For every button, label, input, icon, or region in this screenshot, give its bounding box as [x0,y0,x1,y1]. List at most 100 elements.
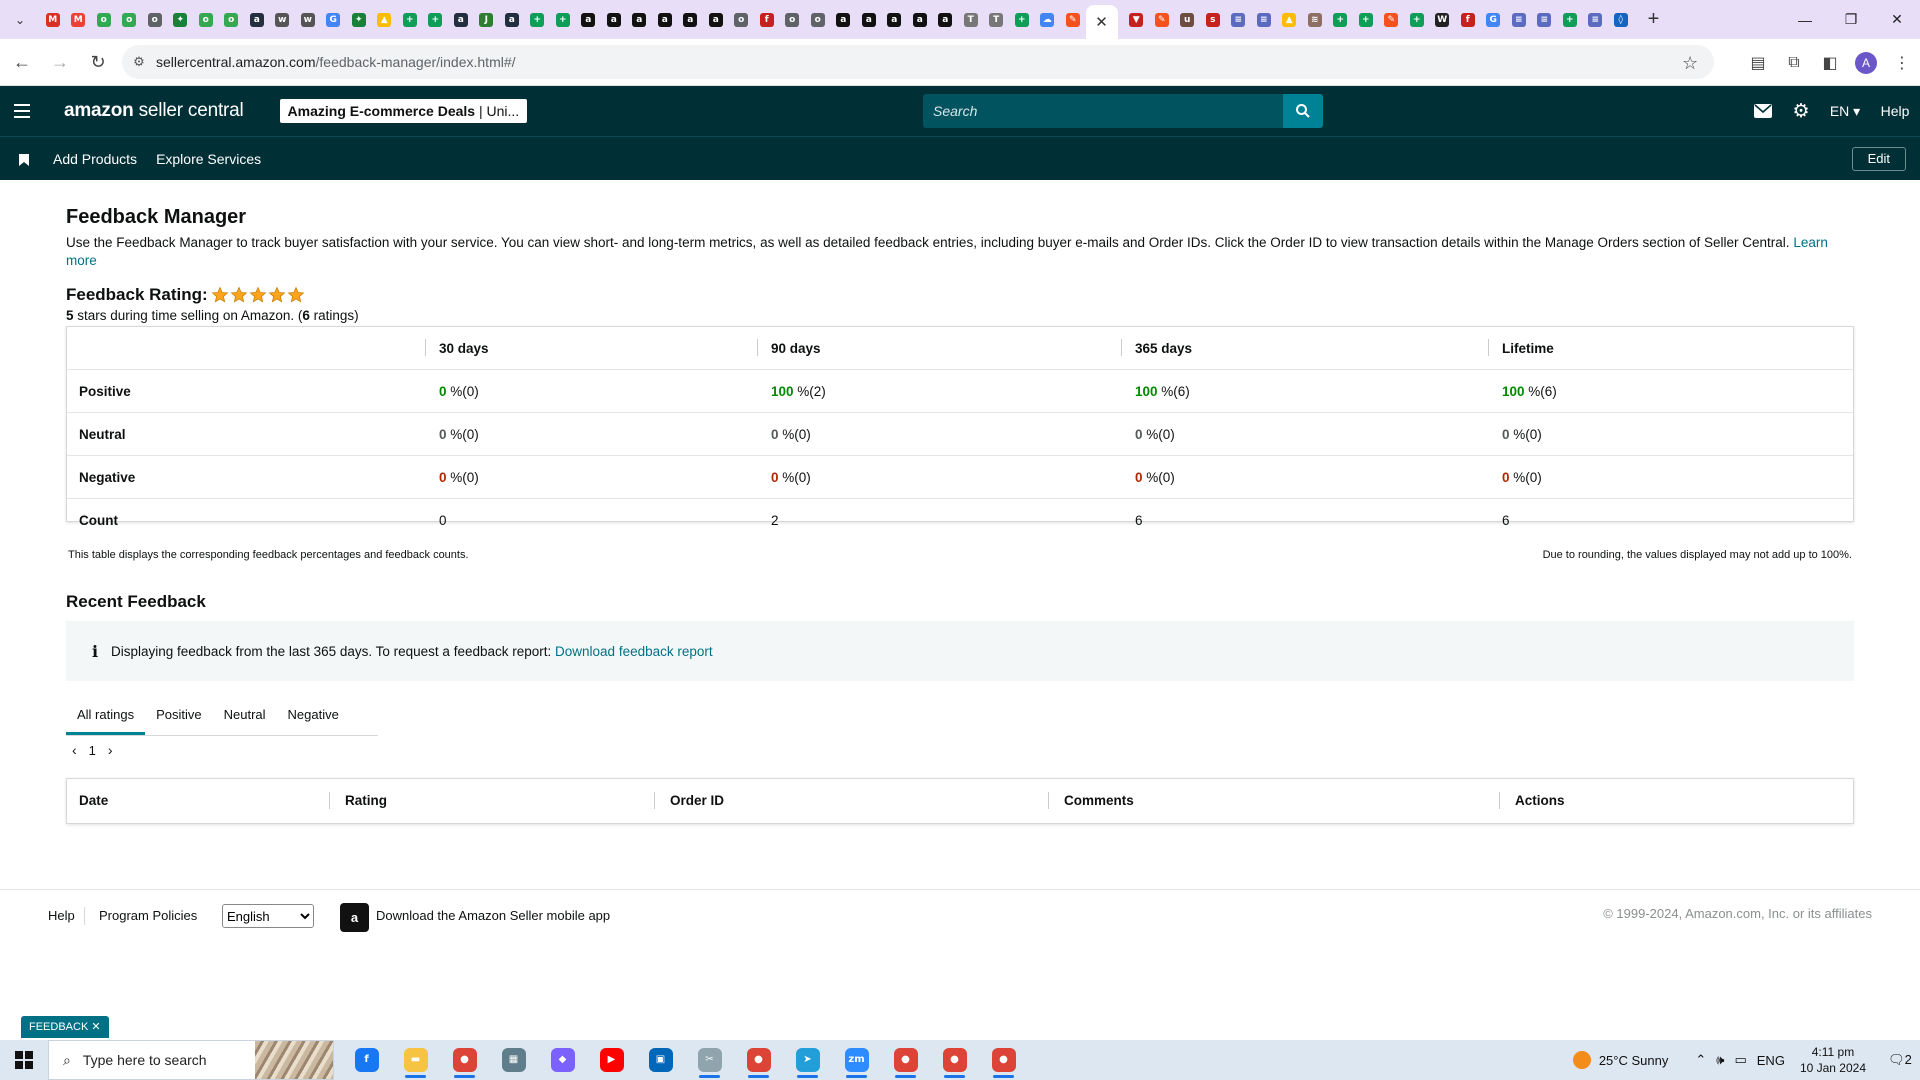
right-tab-6[interactable]: ▲ [1277,0,1303,39]
left-tab-37[interactable]: T [984,0,1010,39]
close-window-icon[interactable]: ✕ [1874,0,1920,39]
left-tab-16[interactable]: a [448,0,474,39]
taskbar-app-13[interactable]: ● [979,1040,1028,1080]
left-tab-31[interactable]: a [831,0,857,39]
footer-help-link[interactable]: Help [48,908,75,923]
left-tab-4[interactable]: o [142,0,168,39]
left-tab-1[interactable]: M [66,0,92,39]
left-tab-39[interactable]: ☁ [1035,0,1061,39]
taskbar-app-1[interactable]: ▬ [391,1040,440,1080]
right-tab-5[interactable]: ≡ [1251,0,1277,39]
left-tab-0[interactable]: M [40,0,66,39]
left-tab-24[interactable]: a [652,0,678,39]
right-tab-7[interactable]: ≋ [1302,0,1328,39]
left-tab-8[interactable]: a [244,0,270,39]
weather-widget[interactable]: 25°C Sunny [1572,1051,1668,1069]
right-tab-19[interactable]: ◊ [1608,0,1634,39]
nav-add-products[interactable]: Add Products [53,151,137,167]
new-tab-button[interactable]: + [1640,6,1668,34]
feedback-badge[interactable]: FEEDBACK ✕ [21,1016,109,1038]
left-tab-36[interactable]: T [958,0,984,39]
tab-search-chevron-icon[interactable]: ⌄ [6,6,34,34]
right-tab-9[interactable]: + [1353,0,1379,39]
tab-positive[interactable]: Positive [145,696,213,735]
tab-all-ratings[interactable]: All ratings [66,696,146,735]
left-tab-10[interactable]: w [295,0,321,39]
address-bar[interactable]: ⚙ sellercentral.amazon.com/feedback-mana… [122,45,1714,79]
left-tab-28[interactable]: f [754,0,780,39]
taskbar-app-10[interactable]: zm [832,1040,881,1080]
tab-neutral[interactable]: Neutral [213,696,277,735]
back-icon[interactable]: ← [6,46,38,78]
seller-app-icon[interactable]: a [340,903,369,932]
right-tab-13[interactable]: f [1455,0,1481,39]
left-tab-2[interactable]: o [91,0,117,39]
language-selector[interactable]: EN ▾ [1820,103,1870,120]
notifications-icon[interactable]: 🗨2 [1880,1052,1920,1068]
left-tab-13[interactable]: ▲ [372,0,398,39]
nav-explore-services[interactable]: Explore Services [156,151,261,167]
bookmark-icon[interactable] [19,153,29,166]
left-tab-3[interactable]: o [117,0,143,39]
hamburger-menu-icon[interactable] [14,104,38,118]
left-tab-33[interactable]: a [882,0,908,39]
settings-gear-icon[interactable]: ⚙ [1782,100,1820,123]
taskbar-app-5[interactable]: ▶ [587,1040,636,1080]
site-info-icon[interactable]: ⚙ [122,54,156,70]
right-tab-18[interactable]: ≡ [1583,0,1609,39]
seller-central-logo[interactable]: amazon seller central [64,100,244,122]
next-page-icon[interactable]: › [108,742,113,758]
left-tab-29[interactable]: o [780,0,806,39]
search-icon[interactable] [1283,94,1323,128]
footer-language-select[interactable]: English [222,904,314,928]
column-header-actions[interactable]: Actions [1515,779,1565,823]
clock[interactable]: 4:11 pm 10 Jan 2024 [1800,1044,1866,1076]
left-tab-19[interactable]: + [525,0,551,39]
left-tab-30[interactable]: o [805,0,831,39]
right-tab-8[interactable]: + [1328,0,1354,39]
column-header-date[interactable]: Date [79,779,108,823]
taskbar-app-9[interactable]: ➤ [783,1040,832,1080]
download-app-link[interactable]: Download the Amazon Seller mobile app [376,908,610,923]
restore-icon[interactable]: ❐ [1828,0,1874,39]
left-tab-17[interactable]: J [474,0,500,39]
left-tab-22[interactable]: a [601,0,627,39]
right-tab-0[interactable]: ▼ [1124,0,1150,39]
taskbar-search[interactable]: ⌕ Type here to search [48,1040,334,1080]
right-tab-3[interactable]: s [1200,0,1226,39]
store-selector[interactable]: Amazing E-commerce Deals | Uni... [279,99,528,123]
extensions-puzzle-icon[interactable]: ⧉ [1776,45,1812,81]
help-link[interactable]: Help [1870,103,1920,119]
column-header-order-id[interactable]: Order ID [670,779,724,823]
reload-icon[interactable]: ↻ [82,46,114,78]
left-tab-40[interactable]: ✎ [1060,0,1086,39]
taskbar-app-12[interactable]: ● [930,1040,979,1080]
left-tab-21[interactable]: a [576,0,602,39]
left-tab-14[interactable]: + [397,0,423,39]
tray-chevron-icon[interactable]: ⌃ [1695,1052,1706,1068]
download-feedback-report-link[interactable]: Download feedback report [555,644,713,659]
taskbar-app-2[interactable]: ● [440,1040,489,1080]
left-tab-27[interactable]: o [729,0,755,39]
right-tab-10[interactable]: ✎ [1379,0,1405,39]
windows-start-icon[interactable] [0,1040,48,1080]
right-tab-4[interactable]: ≡ [1226,0,1252,39]
bookmark-star-icon[interactable]: ☆ [1682,53,1700,73]
left-tab-7[interactable]: o [219,0,245,39]
left-tab-5[interactable]: ✦ [168,0,194,39]
taskbar-app-4[interactable]: ◆ [538,1040,587,1080]
right-tab-12[interactable]: W [1430,0,1456,39]
left-tab-12[interactable]: ✦ [346,0,372,39]
right-tab-1[interactable]: ✎ [1149,0,1175,39]
left-tab-25[interactable]: a [678,0,704,39]
current-page[interactable]: 1 [89,743,96,758]
left-tab-35[interactable]: a [933,0,959,39]
left-tab-15[interactable]: + [423,0,449,39]
browser-menu-icon[interactable]: ⋮ [1884,45,1920,81]
left-tab-23[interactable]: a [627,0,653,39]
column-header-rating[interactable]: Rating [345,779,387,823]
taskbar-app-3[interactable]: ▦ [489,1040,538,1080]
edit-nav-button[interactable]: Edit [1851,147,1906,171]
left-tab-18[interactable]: a [499,0,525,39]
left-tab-26[interactable]: a [703,0,729,39]
